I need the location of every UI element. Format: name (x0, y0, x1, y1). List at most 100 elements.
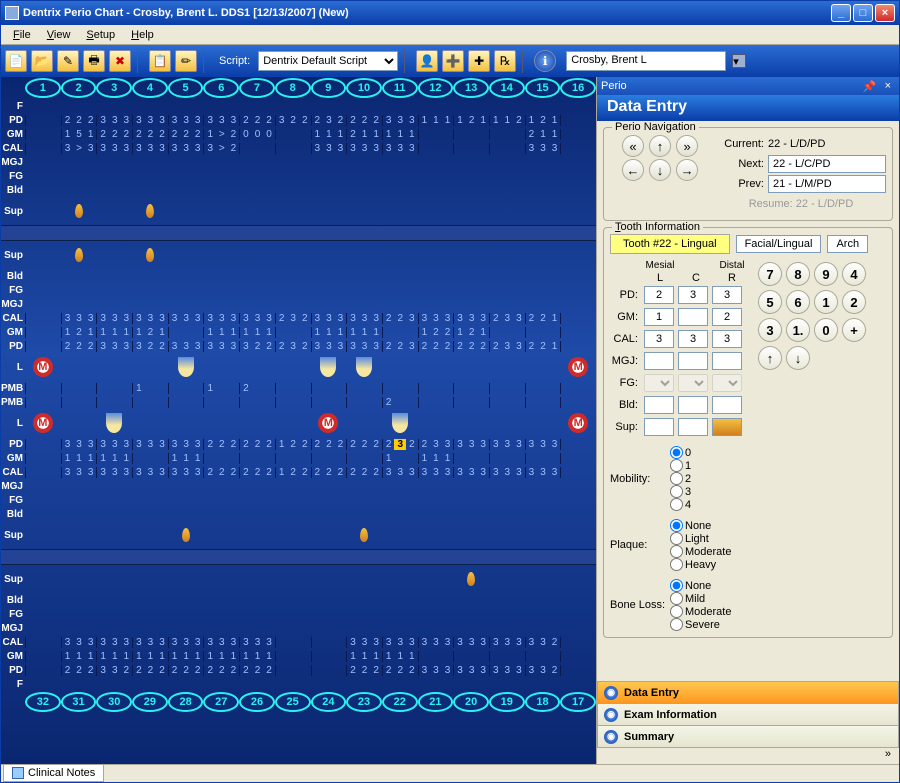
chart-cell[interactable]: 3 (323, 115, 335, 126)
chart-cell[interactable] (49, 439, 61, 450)
chart-cell[interactable] (584, 467, 596, 478)
chart-cell[interactable]: 3 (228, 637, 240, 648)
chart-cell[interactable]: 3 (169, 115, 181, 126)
chart-cell[interactable]: 1 (406, 129, 418, 140)
chart-cell[interactable]: 2 (109, 129, 121, 140)
panel-close-icon[interactable]: × (885, 80, 891, 92)
chart-cell[interactable]: 3 (85, 143, 97, 154)
chart-cell[interactable]: 2 (537, 313, 549, 324)
med-icon[interactable]: ✚ (468, 50, 490, 72)
chart-cell[interactable]: 3 (240, 313, 252, 324)
chart-cell[interactable]: 3 (169, 143, 181, 154)
chart-cell[interactable]: 2 (477, 341, 489, 352)
chart-cell[interactable]: 3 (454, 665, 466, 676)
chart-cell[interactable] (287, 397, 299, 408)
chart-cell[interactable] (323, 397, 335, 408)
chart-cell[interactable] (454, 651, 466, 662)
chart-cell[interactable]: 3 (442, 439, 454, 450)
tooth-number-13[interactable]: 13 (453, 78, 489, 98)
chart-cell[interactable]: 2 (252, 341, 264, 352)
chart-cell[interactable] (561, 453, 573, 464)
chart-cell[interactable]: 3 (228, 115, 240, 126)
chart-cell[interactable] (526, 327, 538, 338)
chart-cell[interactable]: 3 (85, 313, 97, 324)
delete-icon[interactable]: ✖ (109, 50, 131, 72)
chart-cell[interactable]: 3 (121, 439, 133, 450)
chart-cell[interactable]: 3 (370, 313, 382, 324)
chart-cell[interactable]: 2 (347, 439, 359, 450)
chart-cell[interactable]: 3 (204, 637, 216, 648)
tooth-number-3[interactable]: 3 (96, 78, 132, 98)
chart-cell[interactable] (502, 129, 514, 140)
chart-cell[interactable]: 1 (204, 129, 216, 140)
chart-cell[interactable] (49, 637, 61, 648)
chart-cell[interactable]: 2 (347, 665, 359, 676)
chart-cell[interactable]: 3 (263, 637, 275, 648)
expand-chevron-icon[interactable]: » (597, 748, 899, 764)
chart-cell[interactable]: 2 (466, 115, 478, 126)
chart-cell[interactable] (513, 383, 525, 394)
chart-cell[interactable]: 3 (347, 637, 359, 648)
chart-cell[interactable]: 2 (263, 665, 275, 676)
chart-cell[interactable]: 1 (204, 383, 216, 394)
chart-cell[interactable]: 3 (109, 665, 121, 676)
chart-cell[interactable] (454, 453, 466, 464)
chart-cell[interactable] (299, 143, 311, 154)
chart-cell[interactable]: 1 (156, 651, 168, 662)
chart-cell[interactable] (145, 397, 157, 408)
chart-cell[interactable]: 1 (549, 129, 561, 140)
nav-right-icon[interactable]: → (676, 159, 698, 181)
chart-cell[interactable]: 1 (109, 651, 121, 662)
chart-cell[interactable]: 2 (549, 665, 561, 676)
chart-cell[interactable]: 2 (97, 129, 109, 140)
chart-cell[interactable]: 3 (477, 313, 489, 324)
chart-cell[interactable] (359, 453, 371, 464)
chart-cell[interactable]: 3 (204, 341, 216, 352)
chart-cell[interactable]: 2 (526, 129, 538, 140)
boneloss-option-severe[interactable]: Severe (670, 618, 731, 631)
chart-cell[interactable]: 2 (240, 467, 252, 478)
chart-cell[interactable]: 3 (466, 665, 478, 676)
chart-cell[interactable] (537, 327, 549, 338)
chart-cell[interactable] (97, 397, 109, 408)
chart-cell[interactable]: 2 (370, 665, 382, 676)
chart-cell[interactable] (49, 143, 61, 154)
chart-cell[interactable]: 3 (359, 143, 371, 154)
chart-cell[interactable]: 1 (133, 383, 145, 394)
tooth-number-32[interactable]: 32 (25, 692, 61, 712)
chart-cell[interactable] (323, 453, 335, 464)
chart-cell[interactable]: 1 (180, 453, 192, 464)
chart-cell[interactable]: 1 (276, 439, 288, 450)
chart-cell[interactable] (192, 397, 204, 408)
chart-cell[interactable]: 2 (85, 341, 97, 352)
chart-cell[interactable]: 3 (133, 637, 145, 648)
chart-cell[interactable] (490, 397, 502, 408)
chart-cell[interactable] (584, 651, 596, 662)
chart-cell[interactable] (477, 143, 489, 154)
chart-cell[interactable] (252, 383, 264, 394)
chart-cell[interactable]: 1 (263, 651, 275, 662)
chart-cell[interactable]: 1 (109, 453, 121, 464)
tooth-number-4[interactable]: 4 (132, 78, 168, 98)
chart-cell[interactable] (276, 143, 288, 154)
chart-cell[interactable]: 3 (383, 467, 395, 478)
chart-cell[interactable] (537, 383, 549, 394)
chart-cell[interactable] (584, 397, 596, 408)
chart-cell[interactable]: 3 (335, 143, 347, 154)
keypad-↓[interactable]: ↓ (786, 346, 810, 370)
chart-cell[interactable]: 2 (180, 665, 192, 676)
chart-cell[interactable] (299, 665, 311, 676)
chart-cell[interactable] (26, 313, 38, 324)
chart-cell[interactable]: > (73, 143, 85, 154)
keypad-2[interactable]: 2 (842, 290, 866, 314)
chart-cell[interactable] (430, 129, 442, 140)
chart-cell[interactable]: 2 (192, 665, 204, 676)
chart-cell[interactable]: 1 (180, 651, 192, 662)
chart-cell[interactable] (513, 129, 525, 140)
chart-cell[interactable]: 3 (121, 341, 133, 352)
chart-cell[interactable] (502, 327, 514, 338)
chart-cell[interactable]: 1 (370, 129, 382, 140)
chart-cell[interactable]: 2 (299, 115, 311, 126)
wand-icon[interactable]: ✏ (175, 50, 197, 72)
chart-cell[interactable] (263, 383, 275, 394)
